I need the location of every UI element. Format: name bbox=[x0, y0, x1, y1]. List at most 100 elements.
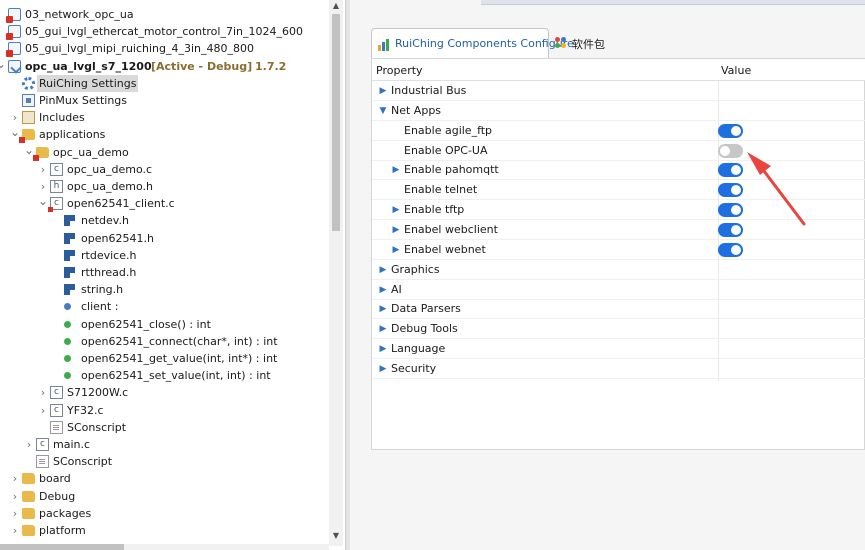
horizontal-scrollbar-thumb[interactable] bbox=[0, 544, 124, 550]
project-icon bbox=[6, 25, 21, 41]
chevron-right-icon[interactable]: › bbox=[38, 178, 48, 195]
tree-item-packages[interactable]: › packages bbox=[0, 505, 329, 522]
folder-icon bbox=[22, 507, 35, 519]
source-file-icon: c bbox=[48, 197, 63, 213]
tree-item-label: opc_ua_lvgl_s7_1200 bbox=[25, 59, 152, 73]
tree-item-sconscript[interactable]: SConscript bbox=[0, 419, 329, 436]
tree-item-open62541-h[interactable]: open62541.h bbox=[0, 230, 329, 247]
property-row-enable-tftp[interactable]: ▶ Enable tftp bbox=[372, 200, 865, 221]
tree-item-main-c[interactable]: › c main.c bbox=[0, 436, 329, 453]
tree-item-board[interactable]: › board bbox=[0, 470, 329, 487]
triangle-right-icon[interactable]: ▶ bbox=[378, 342, 388, 356]
triangle-right-icon[interactable]: ▶ bbox=[378, 84, 388, 98]
tree-item-opc-ua-demo-h[interactable]: › h opc_ua_demo.h bbox=[0, 178, 329, 195]
toggle-switch[interactable] bbox=[718, 123, 743, 138]
chevron-right-icon[interactable]: › bbox=[38, 384, 48, 401]
tree-item-05-gui-lvgl-mipi-ruiching-4-3in-480-800[interactable]: 05_gui_lvgl_mipi_ruiching_4_3in_480_800 bbox=[0, 40, 329, 58]
tree-item-applications[interactable]: ⌄ applications bbox=[0, 126, 329, 144]
tree-item-open62541-close-int[interactable]: open62541_close() : int bbox=[0, 316, 329, 333]
toggle-switch[interactable] bbox=[718, 143, 743, 158]
triangle-right-icon[interactable]: ▶ bbox=[391, 163, 401, 177]
tree-item-label: Debug bbox=[39, 489, 76, 503]
chevron-right-icon[interactable]: › bbox=[10, 109, 20, 126]
tree-item-s71200w-c[interactable]: › c S71200W.c bbox=[0, 384, 329, 401]
toggle-switch[interactable] bbox=[718, 222, 743, 237]
horizontal-scrollbar[interactable] bbox=[0, 544, 329, 550]
tree-item-rtthread-h[interactable]: rtthread.h bbox=[0, 264, 329, 281]
scroll-down-icon[interactable]: ▼ bbox=[329, 530, 343, 542]
property-row-graphics[interactable]: ▶ Graphics bbox=[372, 260, 865, 280]
toggle-switch[interactable] bbox=[718, 203, 743, 218]
tree-item-opc-ua-lvgl-s7-1200[interactable]: ⌄ opc_ua_lvgl_s7_1200 [Active - Debug] 1.7.… bbox=[0, 58, 329, 75]
property-label: Graphics bbox=[391, 262, 440, 276]
property-row-net-apps[interactable]: ▼ Net Apps bbox=[372, 101, 865, 121]
chevron-right-icon[interactable]: › bbox=[10, 488, 20, 505]
vertical-scrollbar[interactable]: ▲ ▼ bbox=[329, 0, 343, 546]
tree-item-string-h[interactable]: string.h bbox=[0, 281, 329, 298]
tree-item-client[interactable]: client : bbox=[0, 298, 329, 315]
chevron-down-icon[interactable]: ⌄ bbox=[38, 195, 48, 212]
tree-item-open62541-client-c[interactable]: ⌄ c open62541_client.c bbox=[0, 195, 329, 213]
scrollbar-thumb[interactable] bbox=[332, 14, 340, 231]
triangle-right-icon[interactable]: ▶ bbox=[378, 283, 388, 297]
triangle-right-icon[interactable]: ▶ bbox=[391, 223, 401, 237]
chevron-right-icon[interactable]: › bbox=[38, 161, 48, 178]
property-label: AI bbox=[391, 282, 402, 296]
property-row-enable-opc-ua[interactable]: Enable OPC-UA bbox=[372, 141, 865, 161]
triangle-right-icon[interactable]: ▶ bbox=[391, 203, 401, 217]
property-row-enable-telnet[interactable]: Enable telnet bbox=[372, 180, 865, 201]
toggle-knob bbox=[731, 165, 741, 176]
tree-item-label: 05_gui_lvgl_ethercat_motor_control_7in_1… bbox=[25, 25, 303, 39]
triangle-down-icon[interactable]: ▼ bbox=[378, 104, 388, 118]
tree-item-platform[interactable]: › platform bbox=[0, 522, 329, 539]
property-row-enable-agile-ftp[interactable]: Enable agile_ftp bbox=[372, 121, 865, 141]
property-row-enable-pahomqtt[interactable]: ▶ Enable pahomqtt bbox=[372, 160, 865, 181]
toggle-switch[interactable] bbox=[718, 163, 743, 178]
property-row-ai[interactable]: ▶ AI bbox=[372, 280, 865, 300]
property-label: Language bbox=[391, 342, 446, 356]
tab-components-configure[interactable]: RuiChing Components Configure bbox=[371, 28, 574, 59]
tree-item-pinmux-settings[interactable]: PinMux Settings bbox=[0, 92, 329, 109]
toggle-switch[interactable] bbox=[718, 242, 743, 257]
tree-item-includes[interactable]: › Includes bbox=[0, 109, 329, 126]
chevron-right-icon[interactable]: › bbox=[38, 402, 48, 419]
tree-item-open62541-set-value-int-int-int[interactable]: open62541_set_value(int, int) : int bbox=[0, 367, 329, 384]
components-icon bbox=[378, 39, 389, 51]
chevron-right-icon[interactable]: › bbox=[10, 470, 20, 487]
triangle-right-icon[interactable]: ▶ bbox=[378, 362, 388, 376]
toggle-switch[interactable] bbox=[718, 183, 743, 198]
tree-item-05-gui-lvgl-ethercat-motor-control-7in-1024-600[interactable]: 05_gui_lvgl_ethercat_motor_control_7in_1… bbox=[0, 23, 329, 41]
property-row-language[interactable]: ▶ Language bbox=[372, 339, 865, 360]
tree-item-rtdevice-h[interactable]: rtdevice.h bbox=[0, 247, 329, 264]
tree-item-03-network-opc-ua[interactable]: 03_network_opc_ua bbox=[0, 6, 329, 23]
chevron-right-icon[interactable]: › bbox=[24, 436, 34, 453]
property-row-data-parsers[interactable]: ▶ Data Parsers bbox=[372, 299, 865, 320]
tree-item-debug[interactable]: › Debug bbox=[0, 488, 329, 505]
property-label: Enable pahomqtt bbox=[404, 163, 499, 177]
tree-item-opc-ua-demo-c[interactable]: › c opc_ua_demo.c bbox=[0, 161, 329, 178]
chevron-right-icon[interactable]: › bbox=[10, 505, 20, 522]
tree-item-ruiching-settings[interactable]: RuiChing Settings bbox=[0, 74, 329, 92]
tree-item-yf32-c[interactable]: › c YF32.c bbox=[0, 402, 329, 419]
tree-item-sconscript[interactable]: SConscript bbox=[0, 453, 329, 470]
tree-item-open62541-get-value-int-int-int[interactable]: open62541_get_value(int, int*) : int bbox=[0, 350, 329, 367]
tree-item-opc-ua-demo[interactable]: ⌄ opc_ua_demo bbox=[0, 144, 329, 161]
property-row-debug-tools[interactable]: ▶ Debug Tools bbox=[372, 319, 865, 340]
property-row-enabel-webnet[interactable]: ▶ Enabel webnet bbox=[372, 240, 865, 260]
triangle-right-icon[interactable]: ▶ bbox=[378, 302, 388, 316]
triangle-right-icon[interactable]: ▶ bbox=[378, 263, 388, 277]
tree-item-label: RuiChing Settings bbox=[37, 74, 139, 92]
tree-item-netdev-h[interactable]: netdev.h bbox=[0, 212, 329, 229]
chevron-down-icon[interactable]: ⌄ bbox=[0, 58, 6, 75]
scroll-up-icon[interactable]: ▲ bbox=[329, 0, 343, 12]
tree-item-label: platform bbox=[39, 524, 86, 537]
chevron-right-icon[interactable]: › bbox=[10, 522, 20, 539]
source-file-icon: c bbox=[36, 438, 49, 451]
property-row-industrial-bus[interactable]: ▶ Industrial Bus bbox=[372, 81, 865, 101]
tree-item-label: Includes bbox=[39, 111, 85, 125]
tree-item-open62541-connect-char-int-int[interactable]: open62541_connect(char*, int) : int bbox=[0, 333, 329, 350]
property-row-enabel-webclient[interactable]: ▶ Enabel webclient bbox=[372, 220, 865, 240]
triangle-right-icon[interactable]: ▶ bbox=[378, 322, 388, 336]
property-row-security[interactable]: ▶ Security bbox=[372, 359, 865, 379]
triangle-right-icon[interactable]: ▶ bbox=[391, 243, 401, 257]
